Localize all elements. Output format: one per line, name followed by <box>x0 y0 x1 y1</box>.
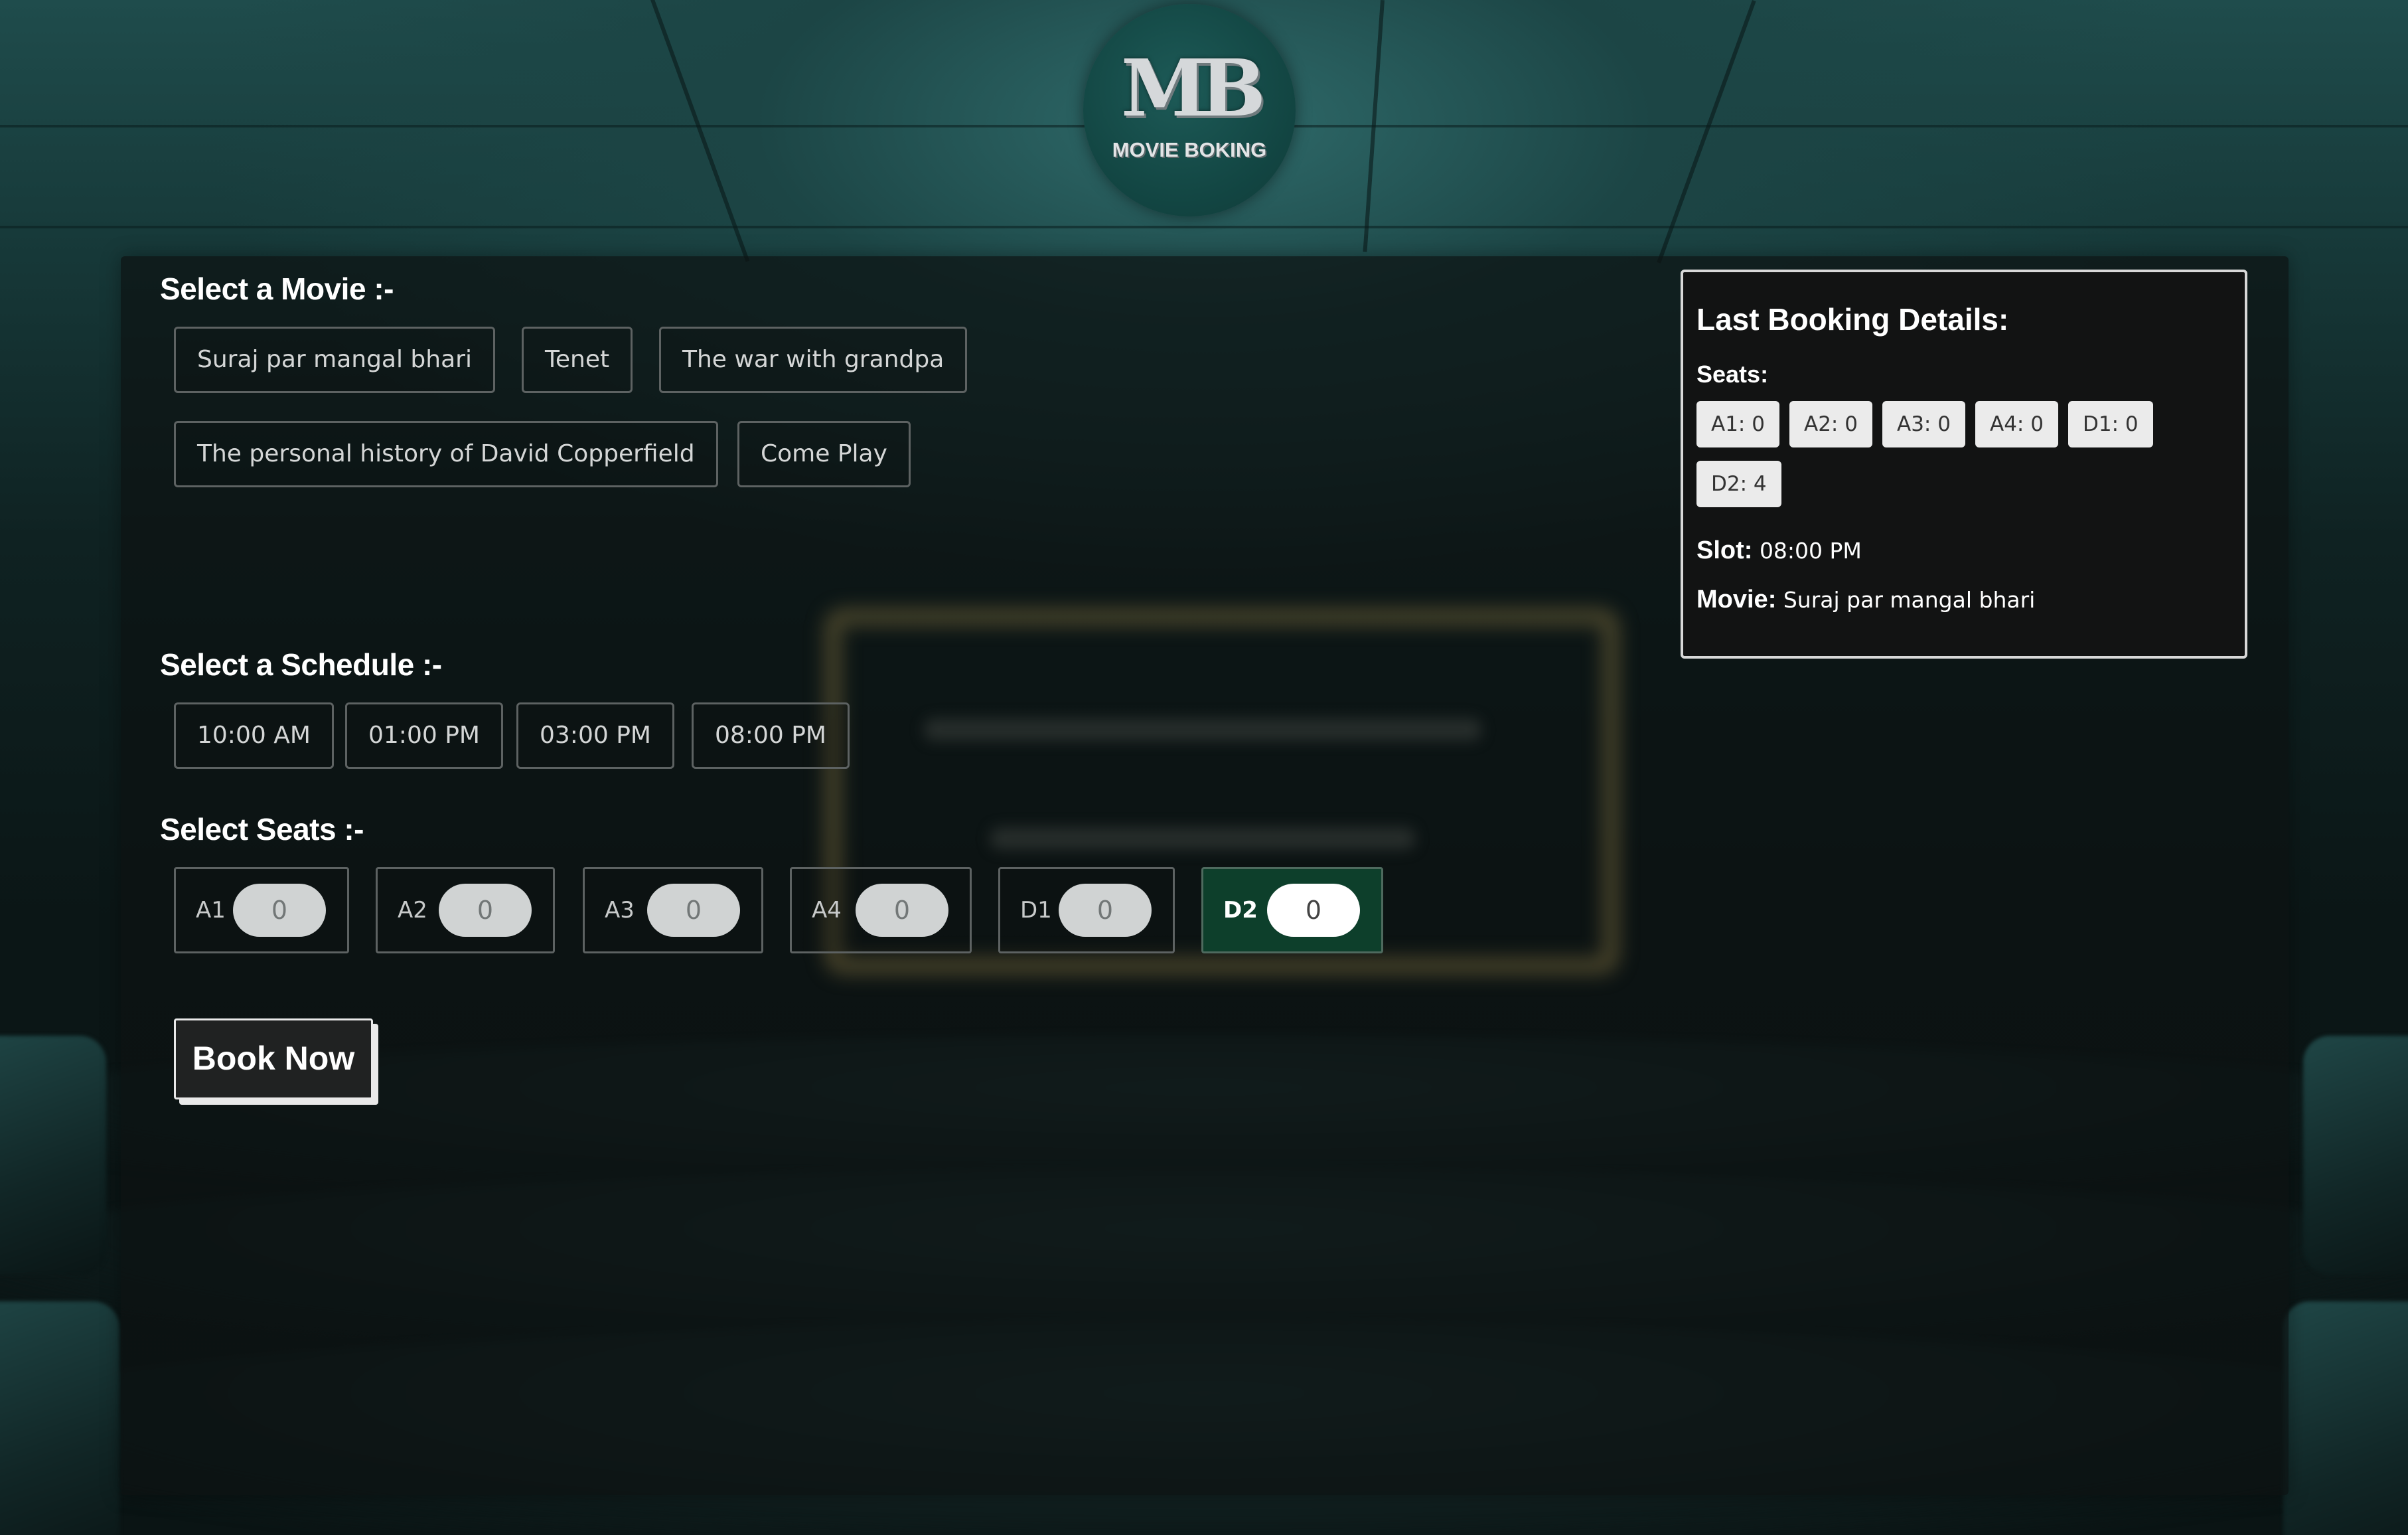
last-booking-title: Last Booking Details: <box>1696 302 2009 337</box>
seat-a4[interactable]: A4 0 <box>790 867 972 953</box>
booked-seat-badge: D1: 0 <box>2068 401 2153 447</box>
seat-label: D1 <box>1020 897 1052 924</box>
slot-value: 08:00 PM <box>1759 538 1862 564</box>
slot-label: Slot: <box>1696 536 1753 564</box>
movie-option[interactable]: Tenet <box>522 327 633 393</box>
seat-count-input[interactable]: 0 <box>1059 884 1152 937</box>
seat-label: A1 <box>196 897 226 924</box>
select-seats-title: Select Seats :- <box>160 812 364 847</box>
seat-count-input[interactable]: 0 <box>1267 884 1360 937</box>
movie-label: Movie: <box>1696 586 1777 613</box>
last-booking-movie: Movie: Suraj par mangal bhari <box>1696 587 2035 612</box>
last-booking-card: Last Booking Details: Seats: A1: 0 A2: 0… <box>1681 270 2247 659</box>
movie-option[interactable]: Come Play <box>737 421 911 487</box>
select-movie-title: Select a Movie :- <box>160 272 394 306</box>
select-schedule-title: Select a Schedule :- <box>160 647 442 682</box>
booked-seats-label: Seats: <box>1696 361 1769 388</box>
movie-option[interactable]: Suraj par mangal bhari <box>174 327 495 393</box>
seat-label: A2 <box>398 897 427 924</box>
booked-seat-badge: D2: 4 <box>1696 461 1781 507</box>
logo-text: MOVIE BOKING <box>1112 138 1267 161</box>
seat-label: A4 <box>812 897 842 924</box>
seat-count-input[interactable]: 0 <box>647 884 740 937</box>
logo-mark: MB <box>1120 42 1266 134</box>
seat-count-input[interactable]: 0 <box>439 884 532 937</box>
seat-label: A3 <box>605 897 635 924</box>
booked-seat-badge: A3: 0 <box>1882 401 1965 447</box>
seat-count-input[interactable]: 0 <box>233 884 326 937</box>
seat-d1[interactable]: D1 0 <box>998 867 1175 953</box>
schedule-option[interactable]: 01:00 PM <box>345 702 503 769</box>
seat-a2[interactable]: A2 0 <box>376 867 555 953</box>
seat-d2[interactable]: D2 0 <box>1201 867 1383 953</box>
movie-value: Suraj par mangal bhari <box>1783 587 2036 613</box>
schedule-option[interactable]: 03:00 PM <box>516 702 674 769</box>
booked-seat-badge: A1: 0 <box>1696 401 1779 447</box>
seat-count-input[interactable]: 0 <box>856 884 948 937</box>
seat-a1[interactable]: A1 0 <box>174 867 349 953</box>
seat-label: D2 <box>1223 897 1258 924</box>
book-now-button[interactable]: Book Now <box>174 1018 373 1099</box>
seat-a3[interactable]: A3 0 <box>583 867 763 953</box>
site-logo[interactable]: MB MOVIE BOKING <box>1083 4 1296 216</box>
last-booking-slot: Slot: 08:00 PM <box>1696 538 1862 563</box>
booked-seat-badge: A2: 0 <box>1789 401 1872 447</box>
schedule-option[interactable]: 08:00 PM <box>692 702 850 769</box>
booked-seat-badge: A4: 0 <box>1975 401 2058 447</box>
schedule-option[interactable]: 10:00 AM <box>174 702 334 769</box>
movie-option[interactable]: The war with grandpa <box>659 327 968 393</box>
movie-option[interactable]: The personal history of David Copperfiel… <box>174 421 718 487</box>
